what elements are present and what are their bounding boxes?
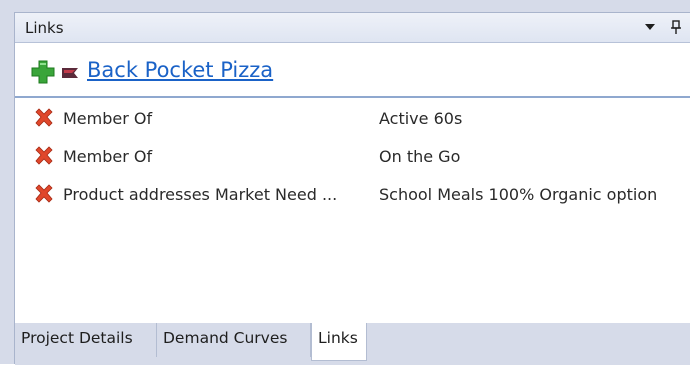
tag-icon xyxy=(61,65,79,79)
panel-title: Links xyxy=(25,19,64,37)
link-target: On the Go xyxy=(379,147,461,166)
add-icon[interactable] xyxy=(31,60,55,84)
tab-links[interactable]: Links xyxy=(311,323,367,361)
panel-title-bar: Links xyxy=(15,13,690,43)
link-row: Member Of Active 60s xyxy=(15,101,690,137)
tab-strip: Project Details Demand Curves Links xyxy=(15,323,690,365)
tab-label: Links xyxy=(318,329,358,347)
link-type: Member Of xyxy=(63,109,153,128)
tab-project-details[interactable]: Project Details xyxy=(15,323,157,357)
workspace-background: Links Back Pocket Pizza Member Of Active… xyxy=(0,0,690,365)
link-target: School Meals 100% Organic option xyxy=(379,185,658,204)
link-type: Member Of xyxy=(63,147,153,166)
pin-icon[interactable] xyxy=(667,18,685,36)
link-row: Product addresses Market Need ... School… xyxy=(15,177,690,213)
link-target: Active 60s xyxy=(379,109,463,128)
link-type: Product addresses Market Need ... xyxy=(63,185,338,204)
tab-demand-curves[interactable]: Demand Curves xyxy=(157,323,311,357)
record-header: Back Pocket Pizza xyxy=(15,44,690,98)
delete-icon[interactable] xyxy=(33,183,55,205)
delete-icon[interactable] xyxy=(33,107,55,129)
dropdown-arrow-icon[interactable] xyxy=(641,18,659,36)
link-row: Member Of On the Go xyxy=(15,139,690,175)
tab-label: Project Details xyxy=(21,329,133,347)
tab-label: Demand Curves xyxy=(163,329,288,347)
delete-icon[interactable] xyxy=(33,145,55,167)
links-panel: Links Back Pocket Pizza Member Of Active… xyxy=(14,12,690,365)
record-name-link[interactable]: Back Pocket Pizza xyxy=(87,58,273,82)
